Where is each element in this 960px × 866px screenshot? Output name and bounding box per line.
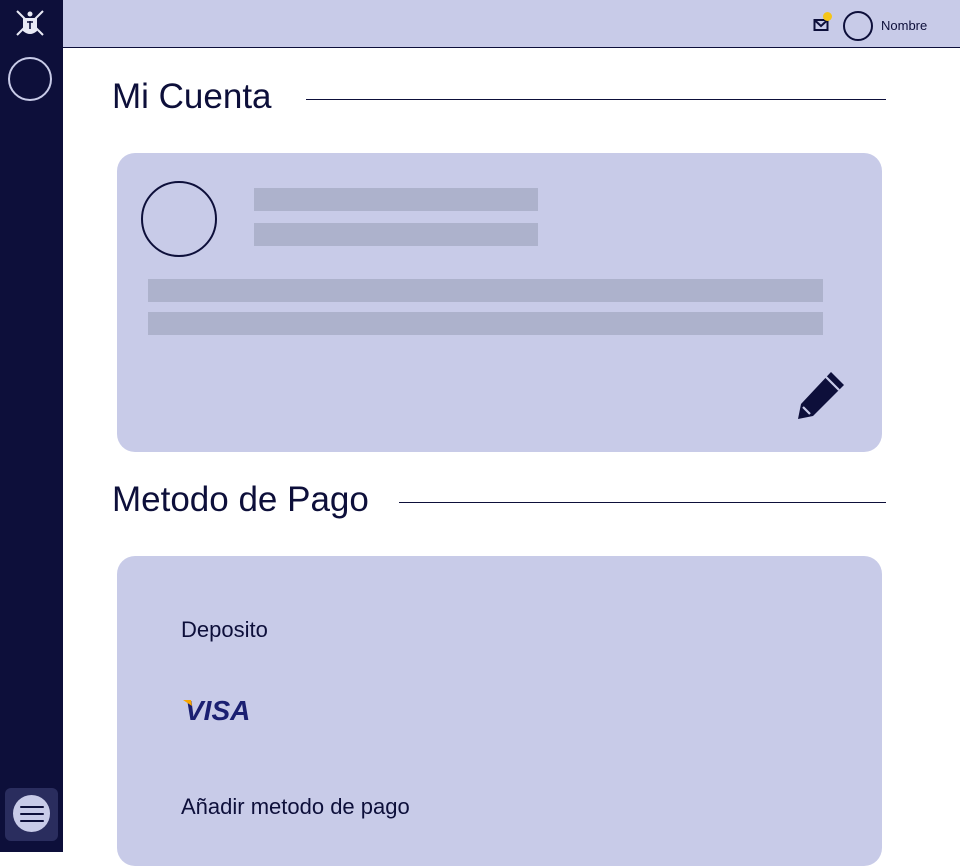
visa-logo[interactable]: VISA xyxy=(181,694,261,728)
menu-button[interactable] xyxy=(5,788,58,841)
profile-detail-placeholder xyxy=(148,312,823,335)
edit-pencil-icon[interactable] xyxy=(795,367,849,421)
visa-logo-text: VISA xyxy=(185,695,250,726)
profile-subtitle-placeholder xyxy=(254,223,538,246)
payment-method-deposito[interactable]: Deposito xyxy=(181,617,268,643)
profile-avatar[interactable] xyxy=(141,181,217,257)
menu-icon[interactable] xyxy=(13,795,50,832)
profile-name-placeholder xyxy=(254,188,538,211)
account-card xyxy=(117,153,882,452)
payment-title-divider xyxy=(399,502,886,503)
account-title-divider xyxy=(306,99,886,100)
user-avatar[interactable] xyxy=(843,11,873,41)
user-name[interactable]: Nombre xyxy=(881,18,927,33)
sidebar-avatar[interactable] xyxy=(8,57,52,101)
notification-dot xyxy=(823,12,832,21)
account-section-title: Mi Cuenta xyxy=(112,77,272,116)
add-payment-method-button[interactable]: Añadir metodo de pago xyxy=(181,794,410,820)
sidebar xyxy=(0,0,63,852)
payment-card: Deposito VISA Añadir metodo de pago xyxy=(117,556,882,866)
profile-detail-placeholder xyxy=(148,279,823,302)
payment-section-title: Metodo de Pago xyxy=(112,480,369,519)
app-logo-icon[interactable] xyxy=(13,6,47,40)
top-bar: Nombre xyxy=(63,0,960,48)
